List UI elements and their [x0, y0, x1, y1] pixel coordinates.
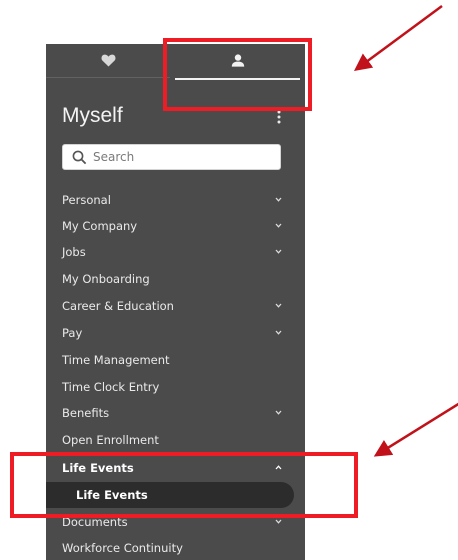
annotation-arrow-top — [353, 4, 443, 71]
annotation-arrows — [353, 4, 458, 457]
annotation-arrow-bottom — [373, 402, 458, 457]
